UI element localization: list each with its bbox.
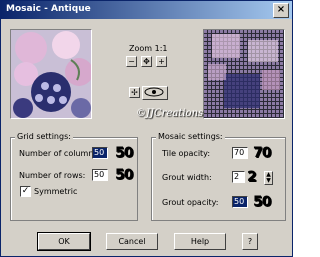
grout-width-big-label: 2 bbox=[247, 169, 257, 185]
context-help-icon[interactable]: ? bbox=[242, 233, 258, 250]
title-bar[interactable]: Mosaic - Antique × bbox=[1, 1, 292, 19]
columns-label: Number of columns: bbox=[19, 149, 101, 158]
grout-opacity-input[interactable]: 50 bbox=[232, 196, 248, 208]
ok-button[interactable]: OK bbox=[37, 232, 91, 251]
mosaic-settings-title: Mosaic settings: bbox=[156, 132, 225, 141]
tile-opacity-input[interactable]: 70 bbox=[232, 147, 248, 159]
pan-icon[interactable]: ✥ bbox=[141, 56, 152, 67]
grout-opacity-big-label: 50 bbox=[253, 194, 272, 210]
zoom-in-icon[interactable]: + bbox=[156, 56, 167, 67]
tile-opacity-label: Tile opacity: bbox=[162, 149, 211, 158]
grout-width-label: Grout width: bbox=[162, 173, 212, 182]
mosaic-dialog: Mosaic - Antique × Zoom 1:1 − ✥ + ✢ ©JJC… bbox=[0, 0, 293, 257]
original-preview[interactable] bbox=[10, 29, 92, 119]
symmetric-label: Symmetric bbox=[34, 187, 78, 196]
close-button[interactable]: × bbox=[273, 3, 289, 18]
columns-big-label: 50 bbox=[115, 145, 134, 161]
cancel-button[interactable]: Cancel bbox=[106, 233, 158, 250]
columns-input[interactable]: 50 bbox=[92, 147, 108, 159]
window-title: Mosaic - Antique bbox=[6, 4, 91, 14]
zoom-label: Zoom 1:1 bbox=[129, 44, 168, 53]
watermark-text: ©JJCreations bbox=[136, 108, 204, 119]
grout-opacity-label: Grout opacity: bbox=[162, 198, 219, 207]
move-icon[interactable]: ✢ bbox=[129, 87, 140, 98]
grout-width-spinner[interactable]: ▲ ▼ bbox=[264, 171, 273, 185]
grout-width-input[interactable]: 2 bbox=[232, 171, 245, 183]
rows-big-label: 50 bbox=[115, 167, 134, 183]
mosaic-preview[interactable] bbox=[203, 29, 285, 119]
rows-input[interactable]: 50 bbox=[92, 169, 108, 181]
rows-label: Number of rows: bbox=[19, 171, 86, 180]
eye-icon[interactable] bbox=[142, 86, 168, 100]
grid-settings-title: Grid settings: bbox=[15, 132, 73, 141]
help-button[interactable]: Help bbox=[174, 233, 226, 250]
original-preview-image bbox=[11, 30, 91, 118]
tile-opacity-big-label: 70 bbox=[253, 145, 272, 161]
zoom-out-icon[interactable]: − bbox=[126, 56, 137, 67]
mosaic-preview-image bbox=[204, 30, 284, 118]
symmetric-checkbox[interactable]: ✓ bbox=[20, 186, 31, 197]
